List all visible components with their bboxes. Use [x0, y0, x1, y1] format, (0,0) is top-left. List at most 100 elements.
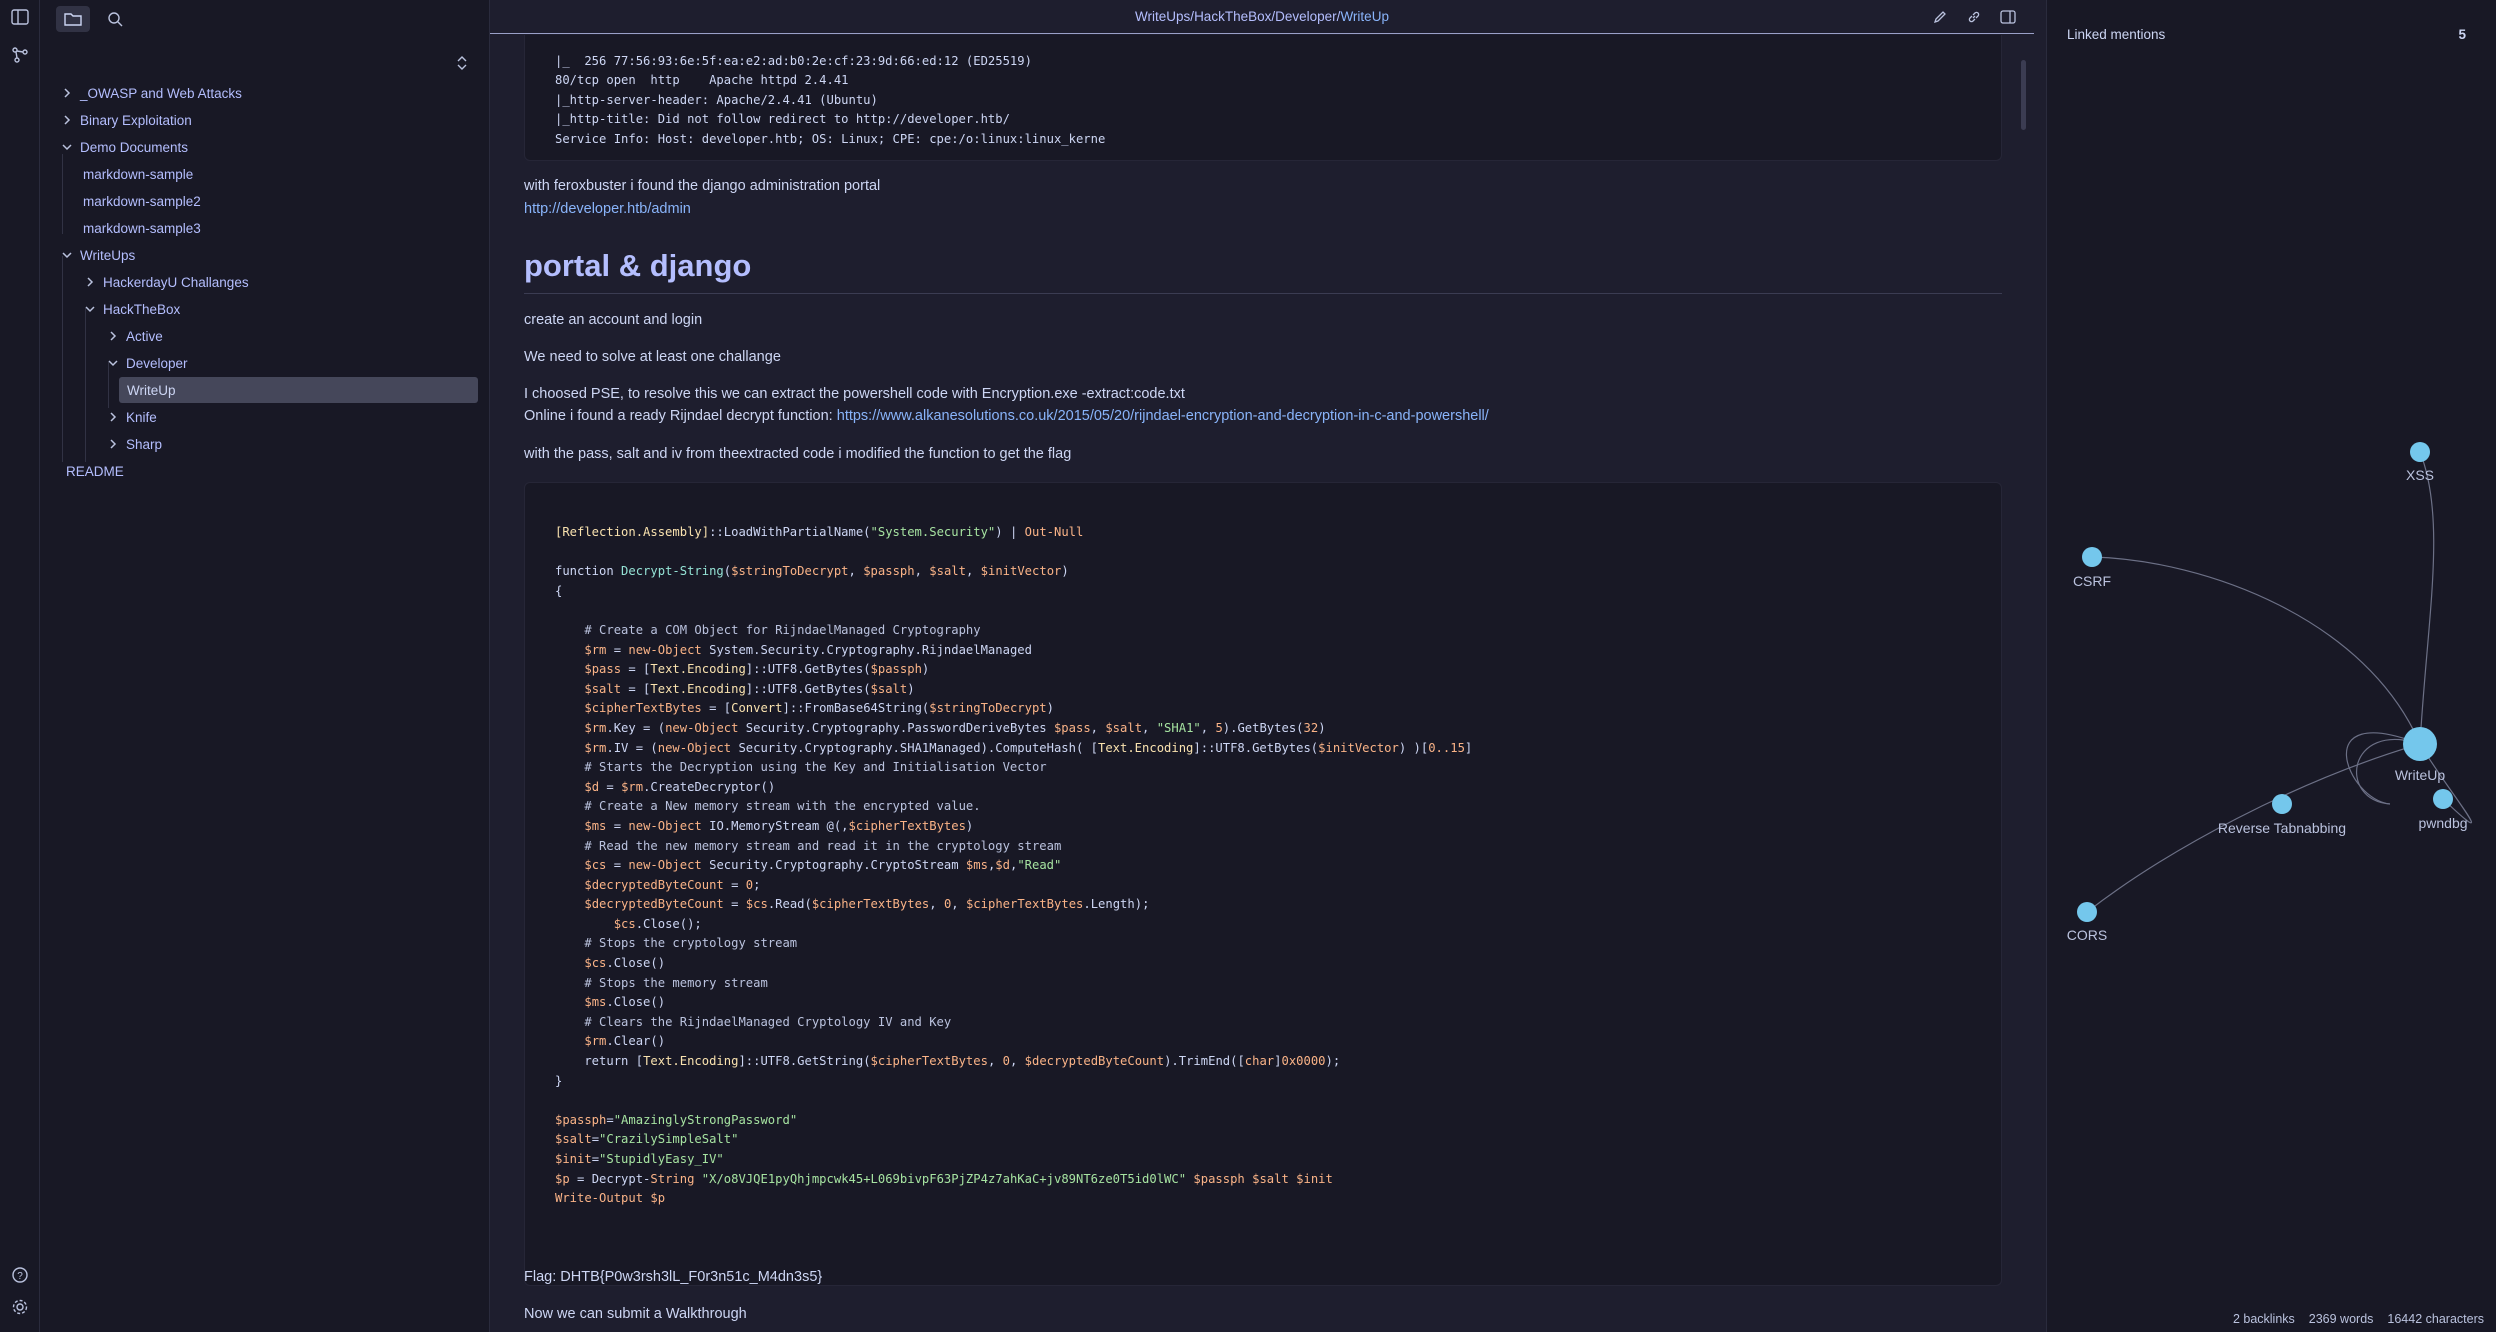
editor-pane: WriteUps / HackTheBox / Developer / Writ… — [490, 0, 2034, 1332]
collapse-all-icon[interactable] — [449, 50, 475, 76]
tree-folder-writeups[interactable]: WriteUps — [60, 242, 135, 268]
paragraph-feroxbuster: with feroxbuster i found the django admi… — [524, 178, 881, 194]
code-line: |_http-server-header: Apache/2.4.41 (Ubu… — [555, 92, 878, 107]
paragraph-walkthrough: Now we can submit a Walkthrough — [524, 1306, 747, 1322]
tree-folder-owasp[interactable]: _OWASP and Web Attacks — [60, 80, 242, 106]
document-content: |_ 256 77:56:93:6e:5f:ea:e2:ad:b0:2e:cf:… — [524, 35, 2004, 1332]
heading-portal-django: portal & django — [524, 248, 752, 283]
right-sidebar-toggle-icon[interactable] — [1996, 5, 2020, 29]
sidebar-toggle-icon[interactable] — [0, 0, 40, 34]
linked-mentions-count: 5 — [2458, 27, 2466, 42]
tree-file-readme[interactable]: README — [66, 458, 124, 484]
tree-guide — [85, 308, 86, 462]
graph-edge — [2091, 556, 2421, 745]
settings-gear-icon[interactable] — [0, 1290, 40, 1324]
tree-folder-demo-documents[interactable]: Demo Documents — [60, 134, 188, 160]
chevron-right-icon — [60, 113, 74, 127]
help-icon[interactable]: ? — [0, 1258, 40, 1292]
graph-node-pwndbg[interactable] — [2433, 789, 2453, 809]
chevron-down-icon — [60, 248, 74, 262]
graph-node-writeup[interactable] — [2403, 727, 2437, 761]
link-admin-portal[interactable]: http://developer.htb/admin — [524, 201, 691, 217]
graph-label-csrf: CSRF — [2073, 573, 2111, 589]
paragraph-challange: We need to solve at least one challange — [524, 349, 781, 365]
chevron-right-icon — [106, 437, 120, 451]
file-explorer-sidebar: _OWASP and Web Attacks Binary Exploitati… — [40, 0, 490, 1332]
search-icon[interactable] — [98, 6, 132, 32]
graph-node-reverse-tabnabbing[interactable] — [2272, 794, 2292, 814]
tree-item-label: Sharp — [126, 436, 163, 452]
code-line: |_ 256 77:56:93:6e:5f:ea:e2:ad:b0:2e:cf:… — [555, 53, 1032, 68]
graph-label-cors: CORS — [2067, 927, 2107, 943]
graph-view-icon[interactable] — [0, 38, 40, 72]
heading-divider — [524, 293, 2002, 294]
code-line: Service Info: Host: developer.htb; OS: L… — [555, 131, 1106, 146]
paragraph-flag: Flag: DHTB{P0w3rsh3lL_F0r3n51c_M4dn3s5} — [524, 1269, 823, 1285]
tree-folder-hackerdayu[interactable]: HackerdayU Challanges — [83, 269, 249, 295]
chevron-right-icon — [83, 275, 97, 289]
tree-item-label: _OWASP and Web Attacks — [80, 85, 242, 101]
tree-item-label: Binary Exploitation — [80, 112, 192, 128]
graph-node-csrf[interactable] — [2082, 547, 2102, 567]
paragraph-online-text: Online i found a ready Rijndael decrypt … — [524, 408, 837, 424]
chevron-right-icon — [106, 410, 120, 424]
paragraph-account: create an account and login — [524, 312, 703, 328]
tree-item-label: Developer — [126, 355, 188, 371]
tree-folder-knife[interactable]: Knife — [106, 404, 157, 430]
editor-scrollbar[interactable] — [2021, 60, 2026, 130]
chevron-down-icon — [60, 140, 74, 154]
graph-node-xss[interactable] — [2410, 442, 2430, 462]
tree-item-label: WriteUps — [80, 247, 136, 263]
linked-mentions-panel: XSS CSRF WriteUp Reverse Tabnabbing pwnd… — [2046, 0, 2496, 1332]
tree-file-markdown-sample[interactable]: markdown-sample — [83, 161, 193, 187]
status-bar: 2 backlinks 2369 words 16442 characters — [2233, 1312, 2484, 1326]
graph-label-pwndbg: pwndbg — [2418, 815, 2467, 831]
chevron-down-icon — [106, 356, 120, 370]
tree-folder-developer[interactable]: Developer — [106, 350, 188, 376]
tree-item-label: markdown-sample — [83, 166, 194, 182]
breadcrumb-hackthebox[interactable]: HackTheBox — [1194, 9, 1271, 24]
tree-item-label: WriteUp — [127, 382, 176, 398]
chevron-right-icon — [106, 329, 120, 343]
tree-guide — [62, 154, 63, 234]
graph-node-cors[interactable] — [2077, 902, 2097, 922]
status-characters: 16442 characters — [2387, 1312, 2484, 1326]
code-line: |_http-title: Did not follow redirect to… — [555, 112, 1010, 127]
files-tab-folder-icon[interactable] — [56, 6, 90, 32]
chevron-right-icon — [60, 86, 74, 100]
code-block-nmap: |_ 256 77:56:93:6e:5f:ea:e2:ad:b0:2e:cf:… — [524, 35, 2002, 161]
graph-edge — [2419, 451, 2435, 745]
local-graph[interactable]: XSS CSRF WriteUp Reverse Tabnabbing pwnd… — [2047, 0, 2496, 1332]
tree-item-label: HackTheBox — [103, 301, 181, 317]
graph-label-xss: XSS — [2406, 467, 2434, 483]
tree-guide — [62, 256, 63, 462]
graph-label-writeup: WriteUp — [2395, 767, 2446, 783]
edit-pencil-icon[interactable] — [1928, 5, 1952, 29]
tree-file-writeup-selected[interactable]: WriteUp — [119, 377, 478, 403]
graph-label-reverse-tabnabbing: Reverse Tabnabbing — [2218, 820, 2346, 836]
tree-item-label: Knife — [126, 409, 157, 425]
code-line: 80/tcp open http Apache httpd 2.4.41 — [555, 73, 849, 88]
code-block-powershell: [Reflection.Assembly]::LoadWithPartialNa… — [524, 482, 2002, 1286]
breadcrumb: WriteUps / HackTheBox / Developer / Writ… — [490, 0, 2034, 34]
tree-item-label: HackerdayU Challanges — [103, 274, 249, 290]
link-alkanesolutions[interactable]: https://www.alkanesolutions.co.uk/2015/0… — [837, 408, 1489, 424]
ribbon: ? — [0, 0, 40, 1332]
breadcrumb-developer[interactable]: Developer — [1275, 9, 1337, 24]
powershell-code: [Reflection.Assembly]::LoadWithPartialNa… — [555, 525, 1473, 1206]
paragraph-pse: I choosed PSE, to resolve this we can ex… — [524, 386, 1185, 402]
status-backlinks[interactable]: 2 backlinks — [2233, 1312, 2295, 1326]
tree-folder-sharp[interactable]: Sharp — [106, 431, 162, 457]
view-actions — [1928, 5, 2020, 29]
breadcrumb-current: WriteUp — [1340, 9, 1389, 24]
app-window: ? _OWASP and Web Attacks Binary Exploita… — [0, 0, 2496, 1332]
linked-mentions-title[interactable]: Linked mentions — [2067, 27, 2165, 42]
tree-folder-binary-exploitation[interactable]: Binary Exploitation — [60, 107, 192, 133]
sidebar-tabs — [56, 6, 132, 34]
tree-file-markdown-sample3[interactable]: markdown-sample3 — [83, 215, 201, 241]
tree-folder-active[interactable]: Active — [106, 323, 163, 349]
tree-folder-hackthebox[interactable]: HackTheBox — [83, 296, 180, 322]
breadcrumb-writeups[interactable]: WriteUps — [1135, 9, 1190, 24]
link-icon[interactable] — [1962, 5, 1986, 29]
tree-file-markdown-sample2[interactable]: markdown-sample2 — [83, 188, 201, 214]
